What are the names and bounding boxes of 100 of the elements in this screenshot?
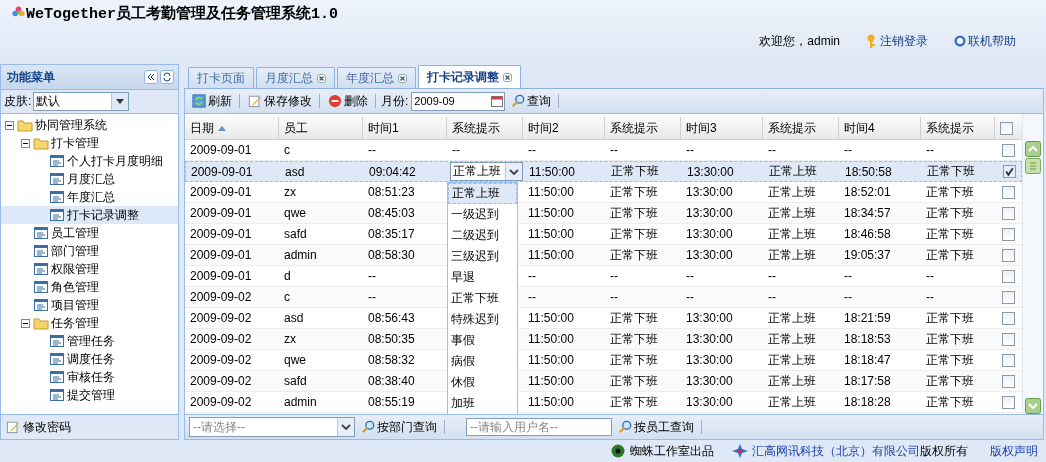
tree-item[interactable]: 协同管理系统 [1,116,178,134]
column-header[interactable]: 时间3 [681,117,763,139]
checkbox[interactable] [1002,206,1015,220]
dropdown-option[interactable]: 特殊迟到 [448,309,517,330]
company-link[interactable]: 汇高网讯科技（北京）有限公司 [752,443,920,458]
tree-item[interactable]: 项目管理 [1,296,178,314]
column-header[interactable]: 时间1 [363,117,447,139]
tree-item[interactable]: 打卡记录调整 [1,206,178,224]
checkbox[interactable] [1002,248,1015,262]
table-cell-text: 正常下班 [925,183,975,201]
refresh-icon [191,94,207,108]
month-field[interactable]: 2009-09 [411,91,506,111]
tree-item[interactable]: 打卡管理 [1,134,178,152]
dropdown-option[interactable]: 早退 [448,267,517,288]
folder-icon [17,118,33,132]
column-header[interactable]: 系统提示 [921,117,995,139]
skin-select[interactable]: 默认 [33,92,130,111]
dropdown-option[interactable]: 二级迟到 [448,225,517,246]
checkbox[interactable] [1003,165,1016,178]
column-header[interactable]: 员工 [279,117,363,139]
table-cell-text: 2009-09-01 [189,226,253,243]
tree-item[interactable]: 角色管理 [1,278,178,296]
dropdown-option[interactable]: 休假 [448,372,517,393]
checkbox[interactable] [999,121,1013,135]
dropdown-option[interactable]: 病假 [448,351,517,372]
tree-item[interactable]: 调度任务 [1,350,178,368]
table-cell-text: 正常下班 [925,351,975,369]
checkbox[interactable] [1002,353,1015,367]
close-icon[interactable] [503,72,512,82]
column-header[interactable]: 系统提示 [447,117,523,139]
tree-item[interactable]: 任务管理 [1,314,178,332]
header-link[interactable]: 注销登录 [866,32,928,50]
status-combo[interactable]: 正常上班 [450,162,523,181]
tree-item[interactable]: 月度汇总 [1,170,178,188]
dropdown-option[interactable]: 三级迟到 [448,246,517,267]
tab[interactable]: 年度汇总 [337,67,416,88]
column-header[interactable]: 时间2 [523,117,605,139]
column-header[interactable]: 时间4 [839,117,921,139]
header-link[interactable]: 联机帮助 [954,32,1016,50]
close-icon[interactable] [317,73,326,83]
scroll-down-icon[interactable] [1025,398,1041,414]
refresh-button[interactable]: 刷新 [189,92,234,110]
dropdown-option[interactable]: 正常下班 [448,288,517,309]
username-field[interactable]: --请输入用户名-- [466,418,612,436]
delete-button[interactable]: 删除 [325,92,370,110]
dropdown-option[interactable]: 正常上班 [448,183,517,204]
tree-item[interactable]: 个人打卡月度明细 [1,152,178,170]
checkbox[interactable] [1002,143,1015,157]
search-button[interactable]: 查询 [508,92,554,110]
tree-item[interactable]: 审核任务 [1,368,178,386]
tree-item[interactable]: 年度汇总 [1,188,178,206]
tree-item[interactable]: 权限管理 [1,260,178,278]
department-select[interactable]: --请选择-- [189,417,355,437]
star-icon [732,444,748,458]
table-cell-text: 11:50:00 [527,184,575,201]
collapse-icon[interactable] [144,70,158,84]
checkbox[interactable] [1002,374,1015,388]
scrollbar[interactable] [1022,114,1043,414]
close-icon[interactable] [398,73,407,83]
statement-link[interactable]: 版权声明 [990,442,1038,460]
tab[interactable]: 月度汇总 [256,67,335,88]
table-cell-text: -- [451,142,461,159]
scroll-thumb-icon[interactable] [1025,158,1041,174]
toggle-icon[interactable] [5,120,14,130]
table-cell-text: 11:50:00 [528,163,576,181]
column-header[interactable]: 日期 [185,117,279,139]
dropdown-option[interactable]: 事假 [448,330,517,351]
toggle-icon[interactable] [21,138,30,148]
dropdown-option[interactable]: 一级迟到 [448,204,517,225]
table-row[interactable]: 2009-09-01 asd 09:04:42 正常上班 11:50:00 正常下班 13:30:00 正常上班 18:50:58 正常下班 [185,161,1022,182]
table-cell-text: 08:38:40 [367,373,416,390]
document-icon [49,388,65,402]
calendar-icon[interactable] [490,94,505,108]
tab[interactable]: 打卡记录调整 [418,65,521,88]
table-cell-text: 正常下班 [609,372,659,390]
table-cell-text: 2009-09-02 [189,373,253,390]
checkbox[interactable] [1002,227,1015,241]
tab[interactable]: 打卡页面 [188,67,254,88]
dropdown-option[interactable]: 加班 [448,393,517,414]
tree-item[interactable]: 管理任务 [1,332,178,350]
scroll-up-icon[interactable] [1025,141,1041,157]
department-search-button[interactable]: 按部门查询 [358,418,439,436]
tree-item[interactable]: 部门管理 [1,242,178,260]
column-header[interactable]: 系统提示 [605,117,681,139]
employee-search-button[interactable]: 按员工查询 [615,418,696,436]
save-button[interactable]: 保存修改 [245,92,314,110]
checkbox[interactable] [1002,185,1015,199]
column-header[interactable]: 系统提示 [763,117,839,139]
tree-item[interactable]: 提交管理 [1,386,178,404]
table-cell-text: 2009-09-01 [189,142,253,159]
table-cell-text: 18:18:28 [843,394,892,411]
toggle-icon[interactable] [21,318,30,328]
refresh-icon[interactable] [160,70,174,84]
checkbox[interactable] [1002,269,1015,283]
table-cell-text: 18:46:58 [843,226,892,243]
tree-item[interactable]: 员工管理 [1,224,178,242]
checkbox[interactable] [1002,290,1015,304]
checkbox[interactable] [1002,332,1015,346]
checkbox[interactable] [1002,395,1015,409]
checkbox[interactable] [1002,311,1015,325]
